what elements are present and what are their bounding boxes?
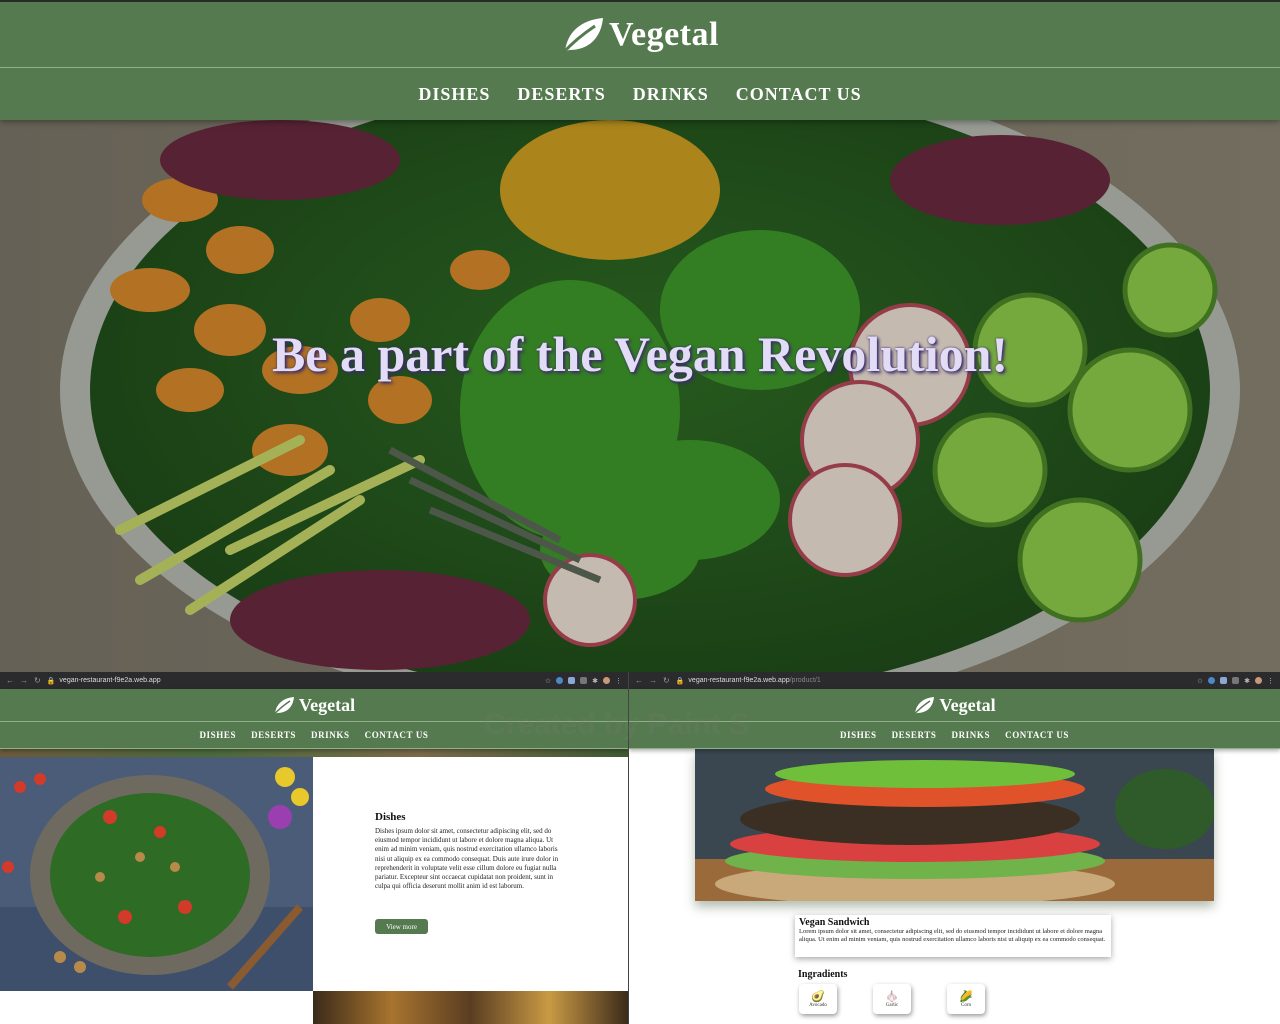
ingredient-card[interactable]: 🧄 Garlic [873, 984, 911, 1014]
drinks-image [313, 991, 628, 1024]
lock-icon: 🔒 [675, 677, 685, 685]
back-icon[interactable]: ← [6, 676, 14, 685]
extension-icon[interactable] [580, 677, 588, 684]
address-bar[interactable]: 🔒 vegan-restaurant-f9e2a.web.app [47, 677, 539, 685]
star-icon[interactable]: ☆ [1197, 677, 1203, 685]
site-header: Vegetal DISHES DESERTS DRINKS CONTACT US [629, 689, 1280, 749]
product-page-screenshot: ← → ↻ 🔒 vegan-restaurant-f9e2a.web.app/p… [628, 672, 1280, 1024]
product-card: Vegan Sandwich Lorem ipsum dolor sit ame… [795, 915, 1111, 957]
main-nav: DISHES DESERTS DRINKS CONTACT US [0, 68, 1280, 120]
nav-contact-us[interactable]: CONTACT US [736, 84, 862, 105]
section-description: Dishes ipsum dolor sit amet, consectetur… [375, 827, 559, 891]
reload-icon[interactable]: ↻ [34, 676, 41, 685]
site-header: Vegetal DISHES DESERTS DRINKS CONTACT US [0, 689, 628, 749]
nav-deserts[interactable]: DESERTS [517, 84, 605, 105]
menu-icon[interactable]: ⋮ [1267, 677, 1274, 685]
avatar[interactable] [603, 677, 610, 684]
extension-icon[interactable] [1208, 677, 1216, 684]
puzzle-icon[interactable]: ✱ [592, 677, 598, 685]
dishes-image [0, 757, 313, 991]
ingredient-label: Avocado [809, 1002, 827, 1008]
leaf-icon [561, 17, 604, 54]
nav-dishes[interactable]: DISHES [840, 730, 877, 740]
ingredient-label: Corn [961, 1002, 971, 1008]
brand-name: Vegetal [939, 694, 996, 715]
avatar[interactable] [1255, 677, 1262, 684]
corn-icon: 🌽 [959, 990, 973, 1003]
dishes-text-block: Dishes Dishes ipsum dolor sit amet, cons… [313, 757, 628, 991]
document-icon[interactable] [1220, 677, 1228, 684]
nav-deserts[interactable]: DESERTS [892, 730, 937, 740]
back-icon[interactable]: ← [635, 676, 643, 685]
ingredient-card[interactable]: 🌽 Corn [947, 984, 985, 1014]
hero-title: Be a part of the Vegan Revolution! [271, 326, 1009, 382]
nav-contact-us[interactable]: CONTACT US [365, 730, 429, 740]
dishes-section: Dishes Dishes ipsum dolor sit amet, cons… [0, 757, 628, 991]
home-page-screenshot: ← → ↻ 🔒 vegan-restaurant-f9e2a.web.app ☆… [0, 672, 628, 1024]
nav-dishes[interactable]: DISHES [418, 84, 490, 105]
logo-link[interactable]: Vegetal [913, 694, 996, 716]
ingredient-label: Garlic [885, 1002, 899, 1008]
leaf-icon [273, 696, 294, 715]
site-header: Vegetal DISHES DESERTS DRINKS CONTACT US [0, 0, 1280, 120]
nav-deserts[interactable]: DESERTS [251, 730, 296, 740]
nav-drinks[interactable]: DRINKS [311, 730, 350, 740]
nav-dishes[interactable]: DISHES [199, 730, 236, 740]
puzzle-icon[interactable]: ✱ [1244, 677, 1250, 685]
forward-icon[interactable]: → [649, 676, 657, 685]
url-text: vegan-restaurant-f9e2a.web.app [59, 677, 161, 684]
nav-contact-us[interactable]: CONTACT US [1005, 730, 1069, 740]
nav-drinks[interactable]: DRINKS [633, 84, 709, 105]
brand-name: Vegetal [609, 15, 719, 53]
nav-drinks[interactable]: DRINKS [951, 730, 990, 740]
browser-toolbar: ← → ↻ 🔒 vegan-restaurant-f9e2a.web.app ☆… [0, 672, 628, 689]
logo-row: Vegetal [0, 2, 1280, 68]
ingredient-card[interactable]: 🥑 Avocado [799, 984, 837, 1014]
product-name: Vegan Sandwich [799, 917, 870, 928]
lock-icon: 🔒 [46, 677, 56, 685]
menu-icon[interactable]: ⋮ [615, 677, 622, 685]
product-image [695, 749, 1214, 901]
extension-icon[interactable] [556, 677, 564, 684]
url-text: vegan-restaurant-f9e2a.web.app/product/1 [688, 677, 821, 684]
view-more-button[interactable]: View more [375, 919, 428, 934]
garlic-icon: 🧄 [885, 990, 899, 1003]
star-icon[interactable]: ☆ [545, 677, 551, 685]
leaf-icon [913, 696, 935, 715]
browser-toolbar: ← → ↻ 🔒 vegan-restaurant-f9e2a.web.app/p… [629, 672, 1280, 689]
main-nav: DISHES DESERTS DRINKS CONTACT US [629, 722, 1280, 748]
product-description: Lorem ipsum dolor sit amet, consectetur … [799, 928, 1106, 943]
document-icon[interactable] [568, 677, 576, 684]
avocado-icon: 🥑 [811, 990, 825, 1003]
section-title: Dishes [375, 811, 406, 823]
forward-icon[interactable]: → [20, 676, 28, 685]
brand-name: Vegetal [298, 694, 356, 715]
reload-icon[interactable]: ↻ [663, 676, 670, 685]
extension-icon[interactable] [1232, 677, 1240, 684]
ingredients-title: Ingradients [798, 969, 848, 980]
logo-link[interactable]: Vegetal [273, 695, 355, 716]
address-bar[interactable]: 🔒 vegan-restaurant-f9e2a.web.app/product… [676, 677, 1191, 685]
hero-salad-image [0, 120, 1280, 672]
main-nav: DISHES DESERTS DRINKS CONTACT US [0, 722, 628, 748]
hero-strip [0, 749, 628, 757]
hero-page: Vegetal DISHES DESERTS DRINKS CONTACT US [0, 0, 1280, 672]
logo-link[interactable]: Vegetal [561, 16, 719, 54]
